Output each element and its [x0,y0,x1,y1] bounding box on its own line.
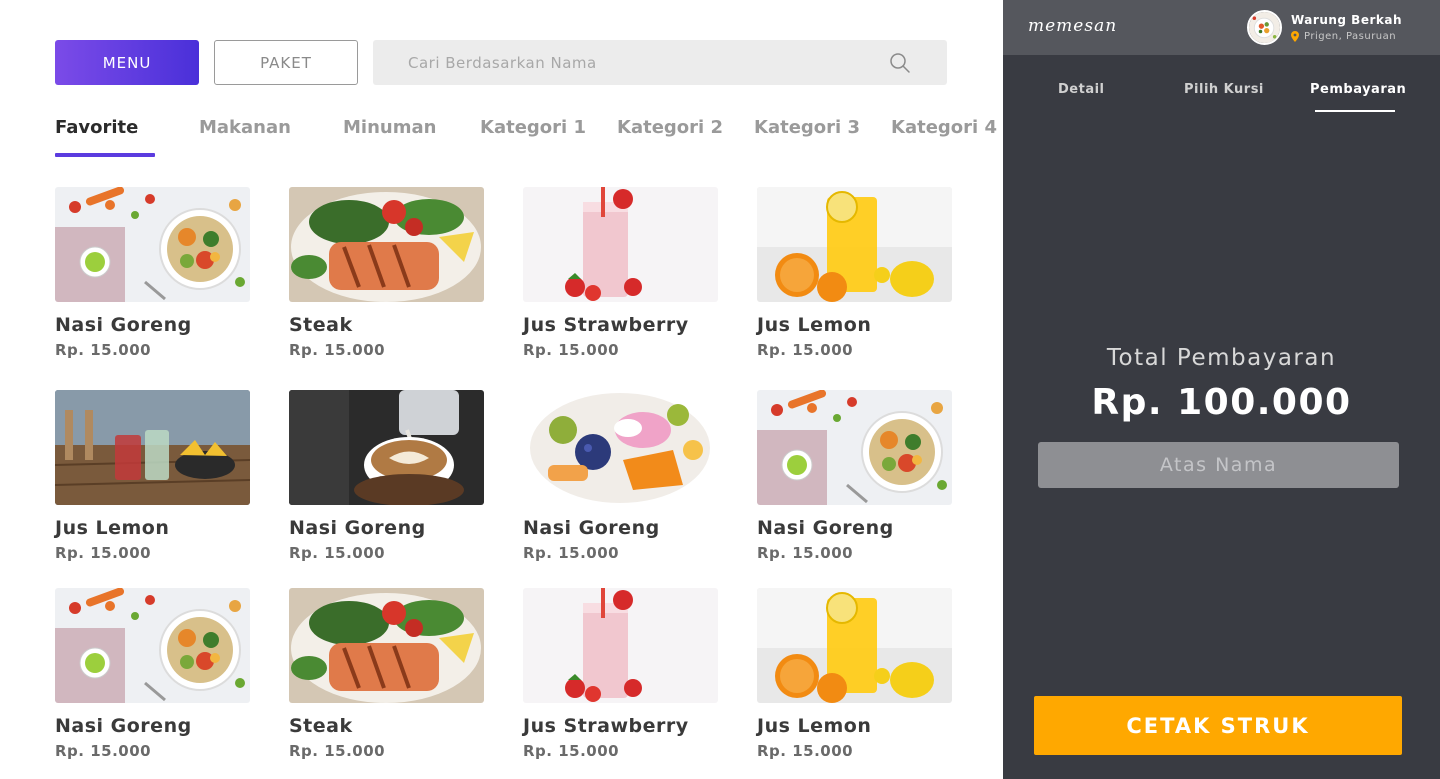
tab-makanan[interactable]: Makanan [199,117,291,157]
product-image[interactable] [523,390,718,505]
product-name: Jus Strawberry [523,314,689,336]
product-price: Rp. 15.000 [289,341,386,359]
active-tab-indicator [55,153,155,157]
tab-pembayaran[interactable]: Pembayaran [1310,82,1406,97]
product-image[interactable] [289,588,484,703]
product-name: Jus Lemon [757,314,872,336]
tab-detail[interactable]: Detail [1058,82,1105,97]
product-name: Jus Lemon [757,715,872,737]
panel-tabs: Detail Pilih Kursi Pembayaran [1003,78,1440,118]
product-name: Nasi Goreng [289,517,426,539]
product-image[interactable] [523,588,718,703]
search-bar [373,40,947,85]
total-label: Total Pembayaran [1106,345,1337,371]
tab-kategori-1[interactable]: Kategori 1 [480,117,586,157]
store-location: Prigen, Pasuruan [1291,31,1396,42]
product-card[interactable]: Jus Strawberry Rp. 15.000 [523,588,718,760]
product-card[interactable]: Jus Lemon Rp. 15.000 [757,588,952,760]
product-image[interactable] [55,187,250,302]
product-name: Jus Lemon [55,517,170,539]
product-image[interactable] [757,390,952,505]
product-card[interactable]: Nasi Goreng Rp. 15.000 [55,187,250,359]
product-card[interactable]: Steak Rp. 15.000 [289,187,484,359]
store-location-text: Prigen, Pasuruan [1304,31,1397,42]
panel-header: memesan Warung Berkah Prigen, Pasuruan [1003,0,1440,55]
product-image[interactable] [289,390,484,505]
product-card[interactable]: Nasi Goreng Rp. 15.000 [757,390,952,562]
brand-logo: memesan [1028,16,1118,36]
product-name: Nasi Goreng [55,314,192,336]
product-card[interactable]: Nasi Goreng Rp. 15.000 [289,390,484,562]
product-name: Steak [289,715,353,737]
menu-area: MENU PAKET Favorite Makanan Minuman Kate… [0,0,1003,779]
product-card[interactable]: Jus Lemon Rp. 15.000 [757,187,952,359]
product-card[interactable]: Nasi Goreng Rp. 15.000 [55,588,250,760]
tab-pilih-kursi[interactable]: Pilih Kursi [1184,82,1264,97]
search-icon[interactable] [889,52,911,74]
product-price: Rp. 15.000 [289,742,386,760]
total-amount: Rp. 100.000 [1091,382,1352,423]
product-card[interactable]: Steak Rp. 15.000 [289,588,484,760]
tab-favorite[interactable]: Favorite [55,117,138,157]
product-image[interactable] [757,187,952,302]
product-price: Rp. 15.000 [55,341,152,359]
paket-button[interactable]: PAKET [214,40,358,85]
tab-kategori-2[interactable]: Kategori 2 [617,117,723,157]
product-price: Rp. 15.000 [757,742,854,760]
product-price: Rp. 15.000 [523,341,620,359]
tab-kategori-4[interactable]: Kategori 4 [891,117,997,157]
panel-active-tab-indicator [1315,110,1395,112]
product-name: Nasi Goreng [55,715,192,737]
product-name: Nasi Goreng [523,517,660,539]
product-card[interactable]: Nasi Goreng Rp. 15.000 [523,390,718,562]
category-tabs: Favorite Makanan Minuman Kategori 1 Kate… [55,117,1003,157]
product-image[interactable] [289,187,484,302]
store-name: Warung Berkah [1291,13,1403,27]
product-price: Rp. 15.000 [55,544,152,562]
product-image[interactable] [55,588,250,703]
product-price: Rp. 15.000 [523,544,620,562]
product-price: Rp. 15.000 [757,544,854,562]
tab-kategori-3[interactable]: Kategori 3 [754,117,860,157]
product-price: Rp. 15.000 [757,341,854,359]
customer-name-input[interactable] [1038,442,1399,488]
product-name: Steak [289,314,353,336]
product-name: Nasi Goreng [757,517,894,539]
product-image[interactable] [55,390,250,505]
menu-button[interactable]: MENU [55,40,199,85]
store-avatar[interactable] [1247,10,1282,45]
product-price: Rp. 15.000 [523,742,620,760]
product-card[interactable]: Jus Lemon Rp. 15.000 [55,390,250,562]
product-price: Rp. 15.000 [55,742,152,760]
product-price: Rp. 15.000 [289,544,386,562]
tab-minuman[interactable]: Minuman [343,117,436,157]
product-image[interactable] [523,187,718,302]
product-image[interactable] [757,588,952,703]
order-panel: memesan Warung Berkah Prigen, Pasuruan D… [1003,0,1440,779]
print-receipt-button[interactable]: CETAK STRUK [1034,696,1402,755]
search-input[interactable] [373,40,873,85]
product-name: Jus Strawberry [523,715,689,737]
location-pin-icon [1291,31,1299,42]
product-card[interactable]: Jus Strawberry Rp. 15.000 [523,187,718,359]
